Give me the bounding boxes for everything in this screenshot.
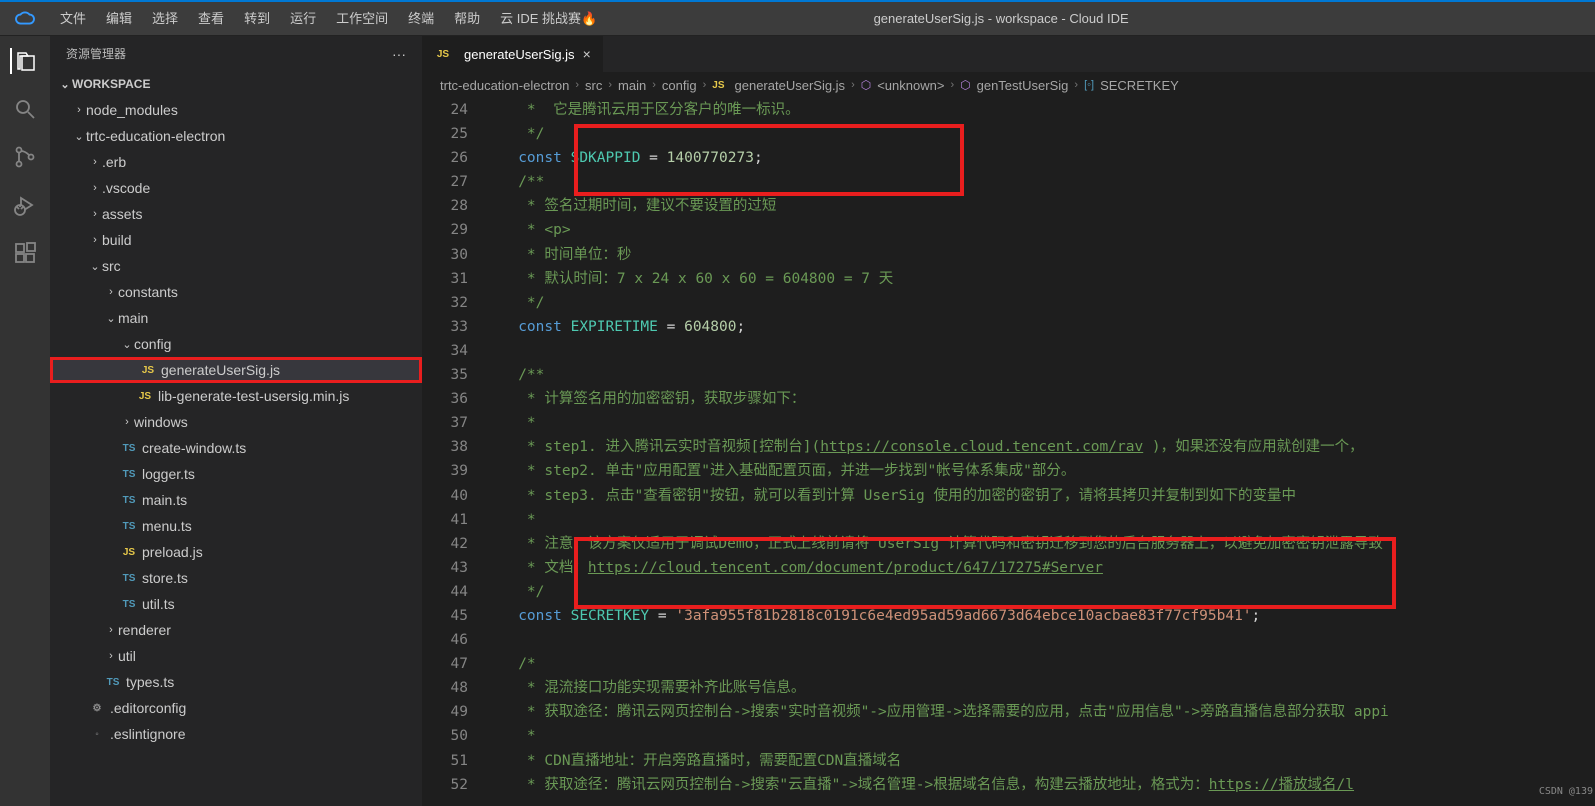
variable-icon: [◦] [1084, 79, 1094, 91]
line-gutter: 2425262728293031323334353637383940414243… [422, 98, 492, 806]
tree-node-modules[interactable]: ›node_modules [50, 97, 422, 123]
tree-src[interactable]: ⌄src [50, 253, 422, 279]
explorer-icon[interactable] [10, 48, 38, 74]
tree-windows[interactable]: ›windows [50, 409, 422, 435]
editor: JS generateUserSig.js × trtc-education-e… [422, 36, 1595, 806]
tree-createwindow[interactable]: TScreate-window.ts [50, 435, 422, 461]
more-icon[interactable]: ··· [392, 46, 406, 62]
menu-workspace[interactable]: 工作空间 [326, 2, 398, 36]
tree-maints[interactable]: TSmain.ts [50, 487, 422, 513]
sidebar-header: 资源管理器 ··· [50, 36, 422, 71]
extensions-icon[interactable] [12, 240, 38, 266]
tree-types[interactable]: TStypes.ts [50, 669, 422, 695]
code-editor[interactable]: 2425262728293031323334353637383940414243… [422, 98, 1595, 806]
search-icon[interactable] [12, 96, 38, 122]
tree-build[interactable]: ›build [50, 227, 422, 253]
breadcrumb[interactable]: trtc-education-electron› src› main› conf… [422, 72, 1595, 98]
tree-config[interactable]: ⌄config [50, 331, 422, 357]
js-file-icon: JS [434, 49, 452, 60]
sidebar-title: 资源管理器 [66, 45, 126, 62]
tree-vscode[interactable]: ›.vscode [50, 175, 422, 201]
tree-store[interactable]: TSstore.ts [50, 565, 422, 591]
tree-util[interactable]: TSutil.ts [50, 591, 422, 617]
tree-menu[interactable]: TSmenu.ts [50, 513, 422, 539]
tree-main[interactable]: ⌄main [50, 305, 422, 331]
file-tree: ⌄WORKSPACE ›node_modules ⌄trtc-education… [50, 71, 422, 806]
watermark: CSDN @139 [1539, 780, 1593, 804]
app-logo [0, 11, 50, 27]
menu-help[interactable]: 帮助 [444, 2, 490, 36]
menu-file[interactable]: 文件 [50, 2, 96, 36]
tree-file-libgenerate[interactable]: JSlib-generate-test-usersig.min.js [50, 383, 422, 409]
editor-tabs: JS generateUserSig.js × [422, 36, 1595, 72]
source-control-icon[interactable] [12, 144, 38, 170]
sidebar: 资源管理器 ··· ⌄WORKSPACE ›node_modules ⌄trtc… [50, 36, 422, 806]
menu-view[interactable]: 查看 [188, 2, 234, 36]
tree-file-generateusersig[interactable]: JSgenerateUserSig.js [50, 357, 422, 383]
menu-challenge[interactable]: 云 IDE 挑战赛🔥 [490, 2, 607, 36]
tree-eslintignore[interactable]: ◦.eslintignore [50, 721, 422, 747]
menubar: 文件 编辑 选择 查看 转到 运行 工作空间 终端 帮助 云 IDE 挑战赛🔥 [50, 2, 607, 36]
activity-bar [0, 36, 50, 806]
debug-icon[interactable] [12, 192, 38, 218]
tree-logger[interactable]: TSlogger.ts [50, 461, 422, 487]
module-icon: ⬡ [861, 78, 871, 92]
tree-workspace[interactable]: ⌄WORKSPACE [50, 71, 422, 97]
tab-label: generateUserSig.js [464, 47, 575, 62]
titlebar: 文件 编辑 选择 查看 转到 运行 工作空间 终端 帮助 云 IDE 挑战赛🔥 … [0, 2, 1595, 36]
tree-preload[interactable]: JSpreload.js [50, 539, 422, 565]
code-content[interactable]: * 它是腾讯云用于区分客户的唯一标识。 */ const SDKAPPID = … [492, 98, 1595, 806]
close-icon[interactable]: × [583, 46, 591, 62]
tree-util2[interactable]: ›util [50, 643, 422, 669]
tree-project[interactable]: ⌄trtc-education-electron [50, 123, 422, 149]
tree-editorconfig[interactable]: ⚙.editorconfig [50, 695, 422, 721]
window-title: generateUserSig.js - workspace - Cloud I… [607, 11, 1395, 26]
menu-goto[interactable]: 转到 [234, 2, 280, 36]
tree-assets[interactable]: ›assets [50, 201, 422, 227]
tab-generateusersig[interactable]: JS generateUserSig.js × [422, 36, 603, 72]
menu-terminal[interactable]: 终端 [398, 2, 444, 36]
menu-run[interactable]: 运行 [280, 2, 326, 36]
tree-constants[interactable]: ›constants [50, 279, 422, 305]
tree-renderer[interactable]: ›renderer [50, 617, 422, 643]
function-icon: ⬡ [960, 78, 970, 92]
menu-select[interactable]: 选择 [142, 2, 188, 36]
menu-edit[interactable]: 编辑 [96, 2, 142, 36]
tree-erb[interactable]: ›.erb [50, 149, 422, 175]
